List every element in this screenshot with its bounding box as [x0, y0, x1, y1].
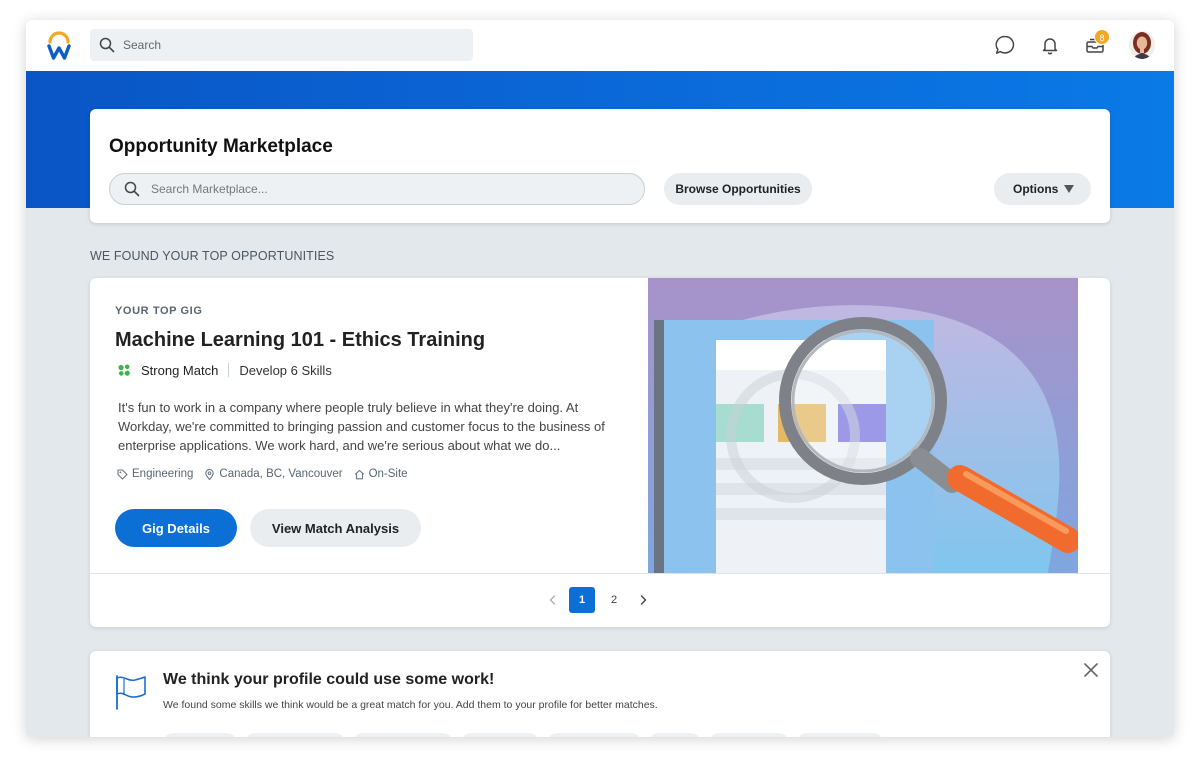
avatar-portrait-icon: [1129, 31, 1155, 59]
skill-chip[interactable]: [353, 733, 453, 737]
pager-page-2[interactable]: 2: [601, 587, 627, 613]
search-icon: [124, 181, 140, 197]
marketplace-header-card: Opportunity Marketplace Browse Opportuni…: [90, 109, 1110, 223]
gig-details-button[interactable]: Gig Details: [115, 509, 237, 547]
tag-location-label: Canada, BC, Vancouver: [219, 468, 343, 480]
global-search-input[interactable]: [123, 38, 453, 52]
caret-down-icon: [1064, 185, 1074, 193]
skill-chip[interactable]: [547, 733, 641, 737]
app-window: 8 Opportunity Marketplace Browse Opportu…: [26, 20, 1174, 737]
flag-icon: [116, 675, 146, 710]
tag-category: Engineering: [117, 468, 193, 480]
match-separator: [228, 363, 230, 377]
tag-location: Canada, BC, Vancouver: [204, 468, 343, 480]
gig-description: It's fun to work in a company where peop…: [118, 400, 605, 453]
profile-suggestion-card: We think your profile could use some wor…: [90, 651, 1110, 737]
skill-chip[interactable]: [461, 733, 539, 737]
match-summary: Strong Match Develop 6 Skills: [117, 361, 332, 379]
magnifier-illustration: [648, 278, 1078, 573]
skill-chip[interactable]: [163, 733, 237, 737]
gig-card-divider: [90, 573, 1110, 574]
top-bar: 8: [26, 20, 1174, 71]
profile-prompt-title: We think your profile could use some wor…: [163, 671, 495, 688]
inbox-count-badge: 8: [1094, 29, 1110, 45]
marketplace-search-box[interactable]: [109, 173, 645, 205]
global-search-box[interactable]: [90, 29, 473, 61]
gig-eyebrow: YOUR TOP GIG: [115, 305, 203, 317]
tag-site-label: On-Site: [368, 468, 408, 480]
bell-icon[interactable]: [1039, 34, 1061, 56]
section-heading: WE FOUND YOUR TOP OPPORTUNITIES: [90, 249, 335, 263]
chevron-right-icon: [640, 595, 647, 605]
close-icon[interactable]: [1083, 662, 1099, 678]
gig-tags: Engineering Canada, BC, Vancouver On-Sit…: [117, 468, 419, 480]
view-match-analysis-button[interactable]: View Match Analysis: [250, 509, 421, 547]
skill-chip[interactable]: [649, 733, 701, 737]
tag-icon: [117, 468, 128, 480]
tag-site: On-Site: [354, 468, 408, 480]
gig-title[interactable]: Machine Learning 101 - Ethics Training: [115, 329, 485, 352]
profile-prompt-subtitle: We found some skills we think would be a…: [163, 699, 658, 711]
pager-prev-button[interactable]: [540, 587, 566, 613]
suggested-skill-chips: [163, 733, 891, 737]
options-label: Options: [1013, 182, 1059, 196]
top-gig-card: YOUR TOP GIG Machine Learning 101 - Ethi…: [90, 278, 1110, 627]
skill-chip[interactable]: [709, 733, 789, 737]
workday-logo-icon[interactable]: [46, 30, 72, 60]
gig-pager: 1 2: [540, 587, 656, 613]
location-pin-icon: [205, 468, 215, 480]
chat-icon[interactable]: [994, 34, 1016, 56]
skill-chip[interactable]: [797, 733, 883, 737]
browse-opportunities-button[interactable]: Browse Opportunities: [664, 173, 812, 205]
strong-match-icon: [118, 364, 130, 376]
options-dropdown-button[interactable]: Options: [994, 173, 1091, 205]
skills-count-label: Develop 6 Skills: [239, 362, 332, 378]
chevron-left-icon: [549, 595, 556, 605]
tag-category-label: Engineering: [132, 468, 194, 480]
pager-next-button[interactable]: [630, 587, 656, 613]
pager-page-1[interactable]: 1: [569, 587, 595, 613]
user-avatar[interactable]: [1129, 31, 1155, 59]
marketplace-search-input[interactable]: [151, 182, 631, 196]
match-strength-label: Strong Match: [141, 362, 219, 378]
home-icon: [354, 469, 364, 479]
search-icon: [99, 37, 115, 53]
page-title: Opportunity Marketplace: [109, 136, 333, 157]
skill-chip[interactable]: [245, 733, 345, 737]
